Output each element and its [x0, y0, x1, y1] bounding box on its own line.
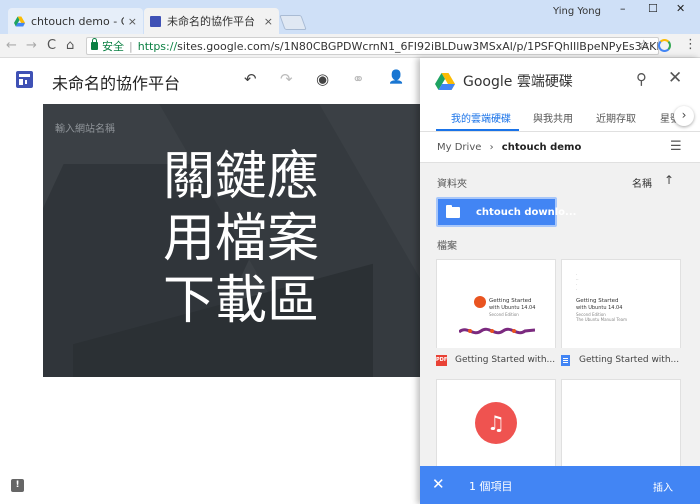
forward-icon[interactable]: →	[26, 38, 37, 53]
breadcrumb-separator: ›	[489, 142, 494, 153]
google-drive-logo-icon	[435, 73, 455, 90]
page-title-line: 下載區	[163, 271, 320, 331]
breadcrumb-root[interactable]: My Drive	[437, 142, 481, 153]
active-tab-indicator	[436, 129, 519, 131]
folders-section-label: 資料夾	[437, 179, 467, 190]
document-file-icon	[561, 354, 570, 366]
google-drive-picker: Google 雲端硬碟 ⚲ ✕ 我的雲端硬碟 與我共用 近期存取 星號 › My…	[420, 58, 700, 504]
sort-direction-arrow-icon[interactable]: ↑	[664, 173, 674, 187]
folder-item-selected[interactable]: chtouch downlo...	[436, 197, 576, 227]
page-title[interactable]: 關鍵應 用檔案 下載區	[163, 146, 319, 332]
file-name: Getting Started with...	[455, 355, 556, 365]
tab-close-icon[interactable]: ×	[264, 15, 273, 28]
google-sites-favicon-icon	[150, 15, 161, 27]
browser-toolbar: ← → C ⌂ 安全 | https://sites.google.com/s/…	[0, 34, 700, 58]
secure-indicator[interactable]: 安全	[91, 38, 124, 54]
file-card[interactable]: ♫	[436, 379, 556, 470]
undo-icon[interactable]: ↶	[244, 70, 257, 88]
lock-icon	[91, 38, 98, 50]
selection-footer: ✕ 1 個項目 插入	[420, 466, 700, 504]
ubuntu-logo-icon	[474, 296, 486, 308]
file-thumbnail: Getting Started with Ubuntu 14.04 Second…	[562, 260, 680, 348]
selection-count: 1 個項目	[469, 480, 513, 493]
reload-icon[interactable]: C	[47, 38, 56, 53]
new-tab-button[interactable]	[279, 15, 307, 30]
picker-tabs: 我的雲端硬碟 與我共用 近期存取 星號 ›	[420, 102, 700, 132]
site-header-banner[interactable]: 輸入網站名稱 關鍵應 用檔案 下載區	[43, 104, 420, 377]
site-name-placeholder[interactable]: 輸入網站名稱	[55, 120, 115, 135]
browser-tab-strip: chtouch demo - Google × 未命名的協作平台 × Ying …	[0, 0, 700, 34]
tab-my-drive[interactable]: 我的雲端硬碟	[451, 110, 511, 125]
decorative-wave-icon	[459, 327, 535, 335]
google-drive-favicon-icon	[14, 15, 25, 27]
thumb-author: The Ubuntu Manual Team	[576, 317, 628, 322]
extension-icon[interactable]	[658, 39, 671, 52]
omnibox-divider: |	[129, 39, 133, 53]
tab-shared-with-me[interactable]: 與我共用	[533, 110, 573, 125]
file-thumbnail: ♫	[437, 380, 555, 470]
window-close-icon[interactable]: ✕	[676, 2, 685, 15]
close-icon[interactable]: ✕	[668, 68, 682, 88]
folder-name: chtouch downlo...	[476, 206, 577, 218]
tab-title: chtouch demo - Google	[31, 14, 124, 28]
breadcrumb: My Drive › chtouch demo	[437, 142, 581, 153]
thumb-edition: Second Edition	[489, 312, 519, 317]
file-browser: 資料夾 名稱 ↑ chtouch downlo... 檔案 Getting St…	[420, 162, 700, 470]
breadcrumb-current: chtouch demo	[501, 142, 582, 153]
file-name: Getting Started with...	[579, 355, 680, 365]
clear-selection-icon[interactable]: ✕	[432, 475, 445, 493]
file-thumbnail	[562, 380, 680, 470]
site-document-title[interactable]: 未命名的協作平台	[52, 70, 180, 94]
tab-recent[interactable]: 近期存取	[596, 110, 636, 125]
search-icon[interactable]: ⚲	[636, 70, 647, 88]
tab-close-icon[interactable]: ×	[128, 15, 137, 28]
picker-title: Google 雲端硬碟	[463, 74, 573, 90]
insert-button[interactable]: 插入	[653, 479, 673, 494]
back-icon[interactable]: ←	[6, 38, 17, 53]
link-icon[interactable]: ⚭	[352, 70, 365, 88]
address-bar[interactable]: 安全 | https://sites.google.com/s/1N80CBGP…	[86, 37, 659, 55]
share-add-person-icon[interactable]: 👤	[388, 70, 404, 85]
bookmark-star-icon[interactable]: ☆	[638, 38, 650, 53]
tab-title: 未命名的協作平台	[167, 15, 255, 28]
home-icon[interactable]: ⌂	[66, 38, 74, 53]
files-section-label: 檔案	[437, 241, 457, 252]
browser-tab-chtouch-demo[interactable]: chtouch demo - Google ×	[8, 8, 143, 34]
folder-icon	[446, 204, 460, 218]
thumb-title: Getting Started	[576, 298, 619, 304]
profile-name[interactable]: Ying Yong	[553, 6, 601, 17]
pdf-file-icon: PDF	[436, 354, 447, 366]
url-scheme: https://	[137, 39, 178, 53]
url-path: sites.google.com/s/1N80CBGPDWcrnN1_6FI92…	[177, 39, 658, 53]
url-text: https://sites.google.com/s/1N80CBGPDWcrn…	[137, 39, 658, 53]
google-sites-logo-icon[interactable]	[16, 71, 33, 88]
page-title-line: 用檔案	[163, 209, 320, 269]
redo-icon[interactable]: ↷	[280, 70, 293, 88]
file-card[interactable]: Getting Started with Ubuntu 14.04 Second…	[561, 259, 681, 372]
file-card[interactable]: Getting Started with Ubuntu 14.04 Second…	[436, 259, 556, 372]
browser-menu-icon[interactable]: ⋮	[684, 37, 697, 52]
secure-label: 安全	[102, 40, 124, 53]
minimize-icon[interactable]: –	[620, 2, 626, 15]
file-footer: PDF Getting Started with...	[436, 348, 556, 372]
sort-by-name[interactable]: 名稱	[632, 175, 652, 190]
report-abuse-icon[interactable]: !	[11, 479, 24, 492]
maximize-icon[interactable]: ☐	[648, 2, 658, 15]
file-footer: Getting Started with...	[561, 348, 681, 372]
thumb-toc-marks: · ·· · ·	[576, 272, 579, 292]
preview-eye-icon[interactable]: ◉	[316, 70, 329, 88]
chevron-right-icon[interactable]: ›	[674, 106, 694, 126]
music-note-icon: ♫	[475, 402, 517, 444]
list-view-icon[interactable]: ☰	[670, 139, 682, 154]
thumb-title: Getting Started	[489, 298, 532, 304]
browser-tab-sites[interactable]: 未命名的協作平台 ×	[144, 8, 279, 34]
file-card[interactable]	[561, 379, 681, 470]
file-thumbnail: Getting Started with Ubuntu 14.04 Second…	[437, 260, 555, 348]
page-title-line: 關鍵應	[163, 147, 320, 207]
